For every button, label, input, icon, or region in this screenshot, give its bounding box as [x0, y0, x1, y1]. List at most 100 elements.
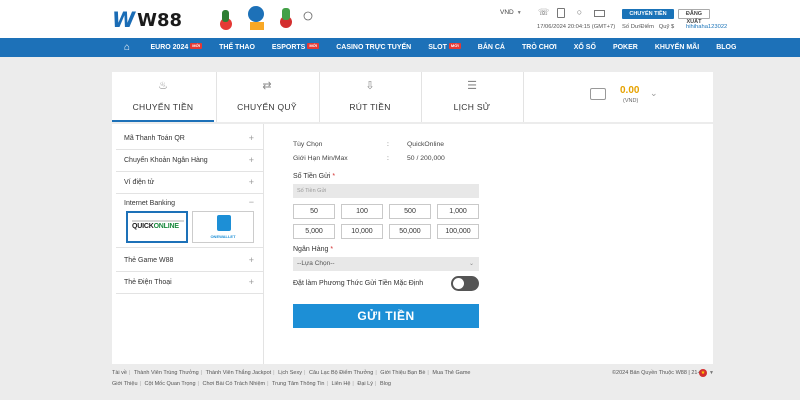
quick-amount-button[interactable]: 10,000 [341, 224, 383, 239]
header-icons: ☏ ○ [538, 8, 605, 18]
bank-select[interactable]: --Lựa Chọn-- ⌄ [293, 257, 479, 271]
tab-rut-tien[interactable]: ⇩ RÚT TIỀN [319, 72, 421, 122]
footer-link[interactable]: Đại Lý [357, 381, 373, 387]
wallet-currency: (VND) [623, 98, 639, 104]
footer-link[interactable]: Tài về [112, 370, 127, 376]
amount-label: Số Tiền Gửi * [293, 173, 335, 180]
w88-logo[interactable]: W W88 [112, 8, 182, 32]
required-mark: * [330, 246, 334, 253]
quick-amount-button[interactable]: 50,000 [389, 224, 431, 239]
footer-link[interactable]: Giới Thiệu [112, 381, 138, 387]
nav-item-poker[interactable]: POKER [604, 38, 646, 57]
transfer-button[interactable]: CHUYỂN TIỀN [622, 9, 674, 19]
footer-link[interactable]: Chơi Bài Có Trách Nhiệm [203, 381, 266, 387]
expand-plus-icon: + [248, 255, 254, 265]
footer-separator: | [326, 381, 328, 387]
nav-item-slot[interactable]: SLOT MỚI [420, 38, 470, 57]
tab-chuyen-quy[interactable]: ⇄ CHUYỂN QUỸ [216, 72, 318, 122]
nav-item-label: BẮN CÁ [477, 44, 505, 51]
default-method-label: Đặt làm Phương Thức Gửi Tiền Mặc Định [293, 280, 424, 287]
bank-option-onewallet[interactable]: ONEWALLET [192, 211, 254, 243]
footer-link[interactable]: Thành Viên Trúng Thưởng [134, 370, 199, 376]
quick-amount-button[interactable]: 100 [341, 204, 383, 219]
chevron-down-icon[interactable]: ⌄ [650, 88, 658, 99]
footer-separator: | [273, 370, 275, 376]
tab-chuyen-tien[interactable]: ♨ CHUYỂN TIỀN [112, 72, 214, 122]
footer-link[interactable]: Blog [380, 381, 391, 387]
nav-item-blog[interactable]: BLOG [708, 38, 745, 57]
quick-amount-button[interactable]: 50 [293, 204, 335, 219]
nav-item-esports[interactable]: ESPORTS MỚI [263, 38, 327, 57]
sidebar-item-qr[interactable]: Mã Thanh Toán QR + [116, 128, 264, 150]
sidebar-item-internet-banking[interactable]: Internet Banking − QUICKONLINE ONEWALLET [116, 196, 264, 248]
sidebar-item-w88-game-card[interactable]: Thẻ Game W88 + [116, 250, 264, 272]
chevron-down-icon[interactable]: ▼ [709, 370, 714, 376]
tab-divider [523, 72, 524, 122]
amount-label-text: Số Tiền Gửi [293, 173, 331, 180]
wallet-amount: 0.00 [620, 85, 640, 96]
footer-link[interactable]: Trung Tâm Thông Tin [272, 381, 324, 387]
currency-selector[interactable]: VND ▼ [500, 9, 522, 16]
new-badge: MỚI [307, 43, 320, 49]
nav-item-khuyen-mai[interactable]: KHUYẾN MÃI [646, 38, 707, 57]
nav-item-ban-ca[interactable]: BẮN CÁ [469, 38, 513, 57]
collapse-minus-icon: − [248, 197, 254, 207]
username[interactable]: hihihaha123022 [686, 24, 727, 30]
nav-item-label: CASINO TRỰC TUYẾN [336, 44, 412, 51]
sidebar-item-bank-transfer[interactable]: Chuyển Khoản Ngân Hàng + [116, 150, 264, 172]
nav-item-euro-2024[interactable]: EURO 2024 MỚI [142, 38, 211, 57]
nav-item-the-thao[interactable]: THỂ THAO [211, 38, 264, 57]
phone-icon[interactable]: ☏ [538, 8, 549, 17]
chat-icon[interactable]: ○ [575, 8, 584, 17]
quick-amount-button[interactable]: 500 [389, 204, 431, 219]
bank-label: Ngân Hàng * [293, 246, 333, 253]
default-method-toggle[interactable] [451, 276, 479, 291]
mobile-icon[interactable] [557, 8, 565, 18]
sidebar-item-phone-card[interactable]: Thẻ Điện Thoại + [116, 272, 264, 294]
top-header: W W88 VND ▼ ☏ ○ CHUYỂN TIỀN ĐĂNG XUẤT 17/… [0, 0, 800, 38]
footer-link[interactable]: Câu Lạc Bộ Điểm Thưởng [309, 370, 373, 376]
quick-amount-button[interactable]: 100,000 [437, 224, 479, 239]
onewallet-logo-text: ONEWALLET [210, 234, 236, 239]
bank-option-quickonline[interactable]: QUICKONLINE [126, 211, 188, 243]
transfer-icon: ⇄ [262, 80, 272, 92]
quick-amount-button[interactable]: 5,000 [293, 224, 335, 239]
footer-link[interactable]: Mua Thẻ Game [432, 370, 470, 376]
currency-value: VND [500, 9, 514, 16]
footer-separator: | [427, 370, 429, 376]
nav-item-xo-so[interactable]: XỔ SỐ [565, 38, 604, 57]
tab-lich-su[interactable]: ☰ LỊCH SỬ [421, 72, 523, 122]
deposit-submit-button[interactable]: GỬI TIỀN [293, 304, 479, 328]
footer-separator: | [197, 381, 199, 387]
amount-input[interactable]: Số Tiền Gửi [293, 184, 479, 198]
expand-plus-icon: + [248, 177, 254, 187]
footer-link[interactable]: Liên Hệ [331, 381, 350, 387]
footer-link[interactable]: Lịch Sexy [278, 370, 302, 376]
nav-item-casino[interactable]: CASINO TRỰC TUYẾN [328, 38, 420, 57]
footer-link[interactable]: Cột Mốc Quan Trọng [144, 381, 195, 387]
nav-item-label: POKER [612, 44, 638, 51]
tab-label: LỊCH SỬ [453, 102, 491, 112]
home-icon[interactable]: ⌂ [112, 38, 142, 57]
bank-select-value: --Lựa Chọn-- [297, 260, 335, 267]
nav-item-tro-choi[interactable]: TRÒ CHƠI [514, 38, 566, 57]
sidebar-item-label: Mã Thanh Toán QR [124, 135, 185, 142]
quickonline-logo: QUICKONLINE [132, 223, 179, 230]
mail-icon[interactable] [594, 10, 605, 17]
footer-separator: | [128, 370, 131, 376]
quick-amount-button[interactable]: 1,000 [437, 204, 479, 219]
nav-item-label: XỔ SỐ [573, 44, 596, 51]
new-badge: MỚI [190, 43, 203, 49]
vietnam-flag-icon[interactable]: ★ [699, 369, 707, 377]
logout-button[interactable]: ĐĂNG XUẤT [678, 9, 710, 25]
sidebar-item-label: Ví điện tử [124, 179, 155, 186]
footer-link[interactable]: Thành Viên Thắng Jackpot [206, 370, 272, 376]
wallet-icon [590, 88, 606, 100]
logo-mark: W [112, 8, 135, 32]
footer-link[interactable]: Giới Thiệu Bạn Bè [380, 370, 425, 376]
nav-item-label: KHUYẾN MÃI [654, 44, 700, 51]
tab-label: CHUYỂN QUỸ [237, 102, 297, 112]
sidebar-item-e-wallet[interactable]: Ví điện tử + [116, 172, 264, 194]
footer-separator: | [200, 370, 203, 376]
bank-label-text: Ngân Hàng [293, 246, 329, 253]
